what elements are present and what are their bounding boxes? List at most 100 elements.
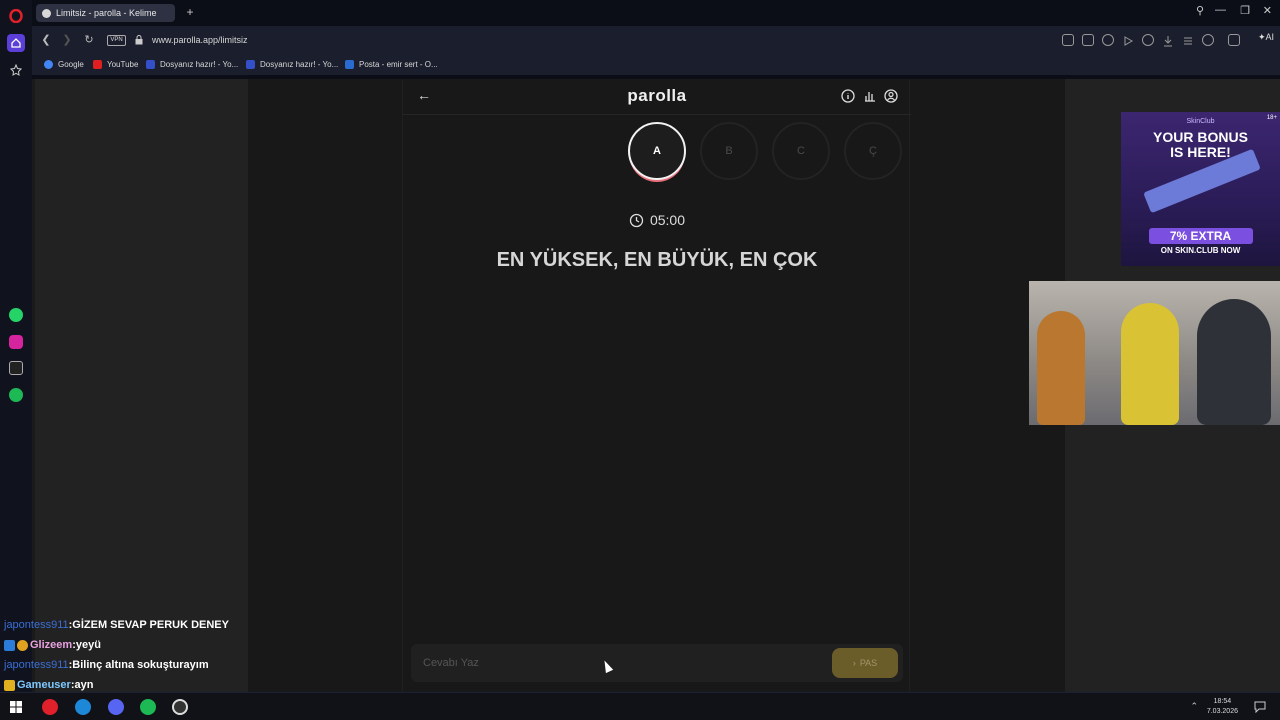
- opera-taskbar-icon[interactable]: [42, 699, 58, 715]
- person-figure: [1121, 303, 1179, 425]
- stats-chart-icon[interactable]: [863, 89, 877, 103]
- pinboard-star-icon[interactable]: [7, 61, 25, 79]
- left-panel: [35, 79, 248, 692]
- screen: Limitsiz - parolla - Kelime + ⚲ — ❐ ✕ ❮ …: [0, 0, 1280, 720]
- profile-icon[interactable]: [1202, 34, 1214, 46]
- letter-bubble: B: [700, 122, 758, 180]
- ad-age-badge: 18+: [1266, 115, 1277, 121]
- chat-username: Glizeem: [30, 639, 73, 651]
- bookmark-label: YouTube: [107, 60, 139, 69]
- info-icon[interactable]: [841, 89, 855, 103]
- person-figure: [1197, 299, 1271, 425]
- game-header: ← parolla: [403, 79, 911, 115]
- heart-icon[interactable]: [1142, 34, 1154, 46]
- chat-message: Glizeem : yeyü: [4, 635, 264, 655]
- bookmark-youtube[interactable]: YouTube: [93, 60, 138, 69]
- tray-chevron-icon[interactable]: ⌃: [1190, 701, 1198, 712]
- letter-bubble-active: A: [628, 122, 686, 180]
- bookmark-label: Dosyanız hazır! - Yo...: [160, 60, 239, 69]
- obs-taskbar-icon[interactable]: [172, 699, 188, 715]
- bookmark-dosyaniz-2[interactable]: Dosyanız hazır! - Yo...: [246, 60, 338, 69]
- outlook-icon: [345, 60, 354, 69]
- answer-input[interactable]: [411, 644, 811, 682]
- chat-username: japontess911: [4, 619, 69, 631]
- taskbar: ⌃ 18:54 7.03.2026: [0, 692, 1280, 720]
- tab-limitsiz[interactable]: Limitsiz - parolla - Kelime: [36, 4, 175, 22]
- bookmark-posta[interactable]: Posta - emir sert - O...: [345, 60, 438, 69]
- bookmark-label: Google: [58, 60, 84, 69]
- question-clue: EN YÜKSEK, EN BÜYÜK, EN ÇOK: [496, 249, 818, 271]
- chat-message: japontess911 : Bilinç altına sokuşturayı…: [4, 655, 264, 675]
- clock-icon: [629, 213, 644, 227]
- pass-button[interactable]: › PAS: [832, 648, 898, 678]
- edge-taskbar-icon[interactable]: [75, 699, 91, 715]
- play-icon[interactable]: [1122, 34, 1134, 46]
- edit-icon[interactable]: [1062, 34, 1074, 46]
- parolla-favicon-icon: [42, 8, 51, 18]
- tab-bar: Limitsiz - parolla - Kelime + ⚲ — ❐ ✕: [32, 0, 1280, 26]
- notification-icon[interactable]: [1254, 701, 1266, 713]
- vpn-badge[interactable]: VPN: [107, 35, 126, 46]
- ad-brand: SkinClub: [1186, 118, 1215, 125]
- chat-username: japontess911: [4, 659, 69, 671]
- address-bar-row: ❮ ❯ ↻ VPN www.parolla.app/limitsiz ✦AI: [32, 26, 1280, 55]
- aria-ai-button[interactable]: ✦AI: [1258, 32, 1274, 43]
- shield-icon[interactable]: [1102, 34, 1114, 46]
- clock-date: 7.03.2026: [1206, 708, 1238, 715]
- menu-icon[interactable]: [1182, 34, 1194, 46]
- bookmark-google[interactable]: Google: [44, 60, 84, 69]
- reload-icon[interactable]: ↻: [82, 33, 96, 47]
- parolla-logo: parolla: [627, 86, 687, 105]
- pass-label: PAS: [859, 658, 878, 668]
- discord-taskbar-icon[interactable]: [108, 699, 124, 715]
- coin-badge-icon: [17, 639, 28, 651]
- letter-bubble: C: [772, 122, 830, 180]
- letter-bubble: Ç: [844, 122, 902, 180]
- answer-bar: › PAS: [411, 644, 903, 682]
- home-icon[interactable]: [7, 34, 25, 52]
- chat-username: Gameuser: [17, 679, 71, 691]
- bookmark-dosyaniz-1[interactable]: Dosyanız hazır! - Yo...: [146, 60, 238, 69]
- new-tab-button[interactable]: +: [183, 5, 197, 19]
- clock-time: 18:54: [1213, 698, 1232, 705]
- forward-nav-icon[interactable]: ❯: [60, 33, 74, 47]
- url-field[interactable]: www.parolla.app/limitsiz: [152, 35, 248, 45]
- tab-title: Limitsiz - parolla - Kelime: [56, 8, 157, 18]
- ad-site: ON SKIN.CLUB NOW: [1160, 246, 1241, 255]
- skinclub-ad[interactable]: SkinClub 18+ YOUR BONUS IS HERE! 7% EXTR…: [1121, 112, 1280, 266]
- whatsapp-icon[interactable]: [9, 308, 23, 322]
- instagram-icon[interactable]: [9, 335, 23, 349]
- browser-sidebar: [0, 0, 32, 692]
- opera-logo-icon[interactable]: [7, 7, 25, 25]
- back-nav-icon[interactable]: ❮: [39, 33, 53, 47]
- chat-text: yeyü: [75, 639, 101, 651]
- user-icon[interactable]: [884, 89, 898, 103]
- google-icon: [44, 60, 53, 69]
- spotify-icon[interactable]: [9, 388, 23, 402]
- stream-chat: japontess911 : GİZEM SEVAP PERUK DENEY G…: [4, 615, 264, 695]
- ai-label: AI: [1265, 32, 1274, 42]
- chat-text: ayn: [74, 679, 94, 691]
- camera-icon[interactable]: [1082, 34, 1094, 46]
- bookmarks-bar: Google YouTube Dosyanız hazır! - Yo... D…: [32, 55, 1280, 75]
- sub-badge-icon: [4, 639, 15, 651]
- download-icon[interactable]: [1162, 34, 1174, 47]
- x-twitter-icon[interactable]: [9, 361, 23, 375]
- extensions-cube-icon[interactable]: [1228, 34, 1240, 46]
- bookmark-label: Dosyanız hazır! - Yo...: [260, 60, 339, 69]
- search-tabs-icon[interactable]: ⚲: [1196, 4, 1204, 17]
- parolla-game: ← parolla A B C Ç 05:00 EN YÜKSEK, EN BÜ…: [402, 79, 911, 692]
- chat-message: japontess911 : GİZEM SEVAP PERUK DENEY: [4, 615, 264, 635]
- timer: 05:00: [403, 212, 911, 228]
- chat-text: GİZEM SEVAP PERUK DENEY: [72, 619, 229, 631]
- restore-button[interactable]: ❐: [1240, 4, 1250, 17]
- minimize-button[interactable]: —: [1215, 4, 1226, 16]
- spotify-taskbar-icon[interactable]: [140, 699, 156, 715]
- close-window-button[interactable]: ✕: [1263, 4, 1272, 17]
- youtube-icon: [93, 60, 102, 69]
- crown-badge-icon: [4, 679, 15, 691]
- windows-start-icon[interactable]: [10, 701, 22, 713]
- ad-promo: 7% EXTRA: [1169, 229, 1232, 243]
- system-clock[interactable]: 18:54 7.03.2026: [1207, 697, 1238, 717]
- person-figure: [1037, 311, 1085, 425]
